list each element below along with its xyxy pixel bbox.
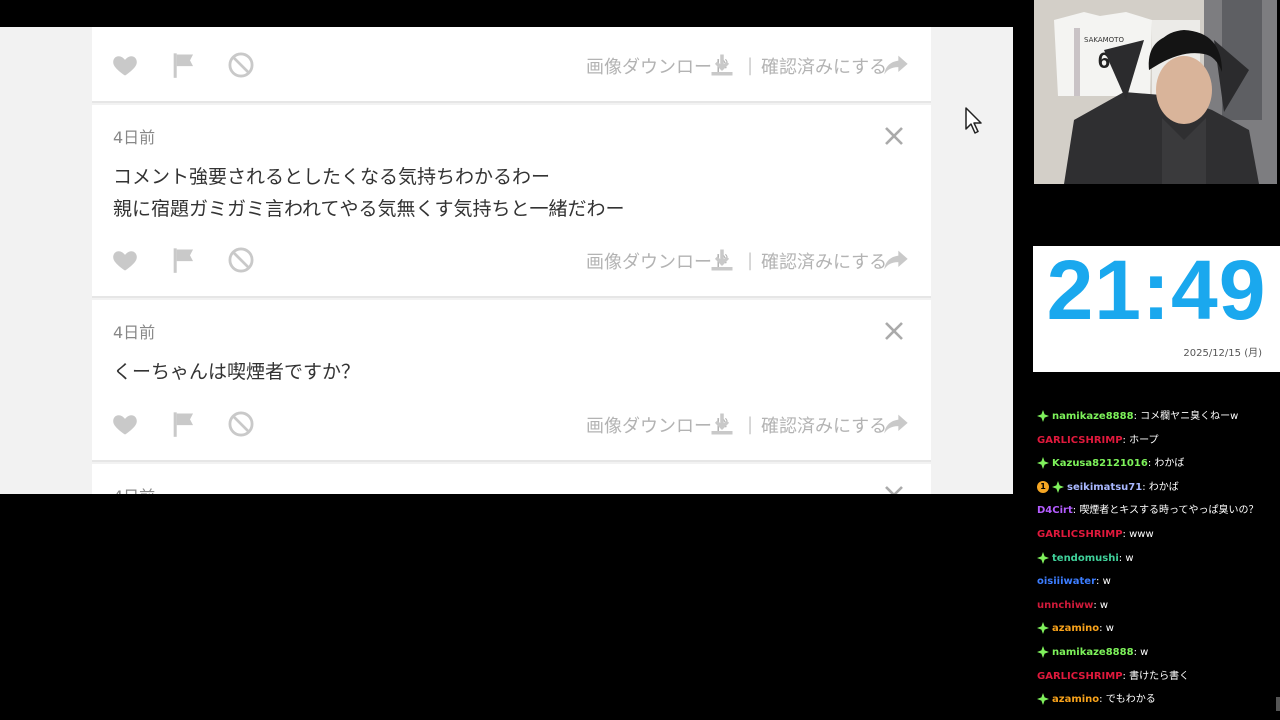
sparkle-badge-icon <box>1052 480 1064 493</box>
chat-text: わかば <box>1148 481 1179 493</box>
comment-date: 4日前 <box>113 483 155 494</box>
streamer-camera-image: SAKAMOTO 6 <box>1034 0 1277 184</box>
sparkle-badge-icon <box>1037 551 1049 564</box>
comment-actions: 画像ダウンロード | 確認済みにする <box>92 47 931 81</box>
chat-message: oisiiiwater: w <box>1037 572 1111 592</box>
chat-message: namikaze8888: コメ欄ヤニ臭くねーw <box>1037 407 1238 427</box>
comment-date: 4日前 <box>113 128 156 147</box>
clock-time: 21:49 <box>1046 243 1267 337</box>
chat-username[interactable]: Kazusa82121016 <box>1052 458 1148 469</box>
chat-username[interactable]: GARLICSHRIMP <box>1037 529 1123 540</box>
flag-icon[interactable] <box>169 51 197 79</box>
mark-confirmed-link[interactable]: 確認済みにする <box>761 412 887 438</box>
mark-confirmed-link[interactable]: 確認済みにする <box>761 248 887 274</box>
block-icon[interactable] <box>227 51 255 79</box>
chat-username[interactable]: D4Cirt <box>1037 505 1073 516</box>
comment-card: 4日前 くーちゃんは喫煙者ですか？ 画像ダウンロード | 確認済みにする <box>92 300 931 462</box>
chat-username[interactable]: unnchiww <box>1037 600 1093 611</box>
block-icon[interactable] <box>227 246 255 274</box>
chat-text: コメ欄ヤニ臭くねーw <box>1140 411 1239 422</box>
chat-message: azamino: w <box>1037 619 1114 639</box>
chat-username[interactable]: azamino <box>1052 694 1099 705</box>
comment-card: 4日前 コメント強要されるとしたくなる気持ちわかるわー 親に宿題ガミガミ言われて… <box>92 105 931 298</box>
chat-username[interactable]: seikimatsu71 <box>1067 482 1142 493</box>
chat-text: w <box>1140 647 1149 658</box>
comment-line: 親に宿題ガミガミ言われてやる気無くす気持ちと一緒だわー <box>113 198 625 220</box>
chat-username[interactable]: oisiiiwater <box>1037 576 1096 587</box>
sparkle-badge-icon <box>1037 410 1049 422</box>
chat-message: GARLICSHRIMP: 書けたら書く <box>1037 667 1189 687</box>
chat-message: tendomushi: w <box>1037 549 1134 569</box>
stream-screen: 画像ダウンロード | 確認済みにする 4日前 コメント強要されるとしたくなる気持… <box>0 0 1280 720</box>
mouse-cursor-icon <box>965 107 982 134</box>
chat-panel: namikaze8888: コメ欄ヤニ臭くねーw GARLICSHRIMP: ホー… <box>1024 401 1280 720</box>
chat-message: namikaze8888: w <box>1037 643 1148 663</box>
share-arrow-icon[interactable] <box>882 51 910 79</box>
action-separator: | <box>747 55 754 76</box>
chat-text: でもわかる <box>1105 694 1156 706</box>
jersey-name: SAKAMOTO <box>1084 36 1124 44</box>
comment-text: コメント強要されるとしたくなる気持ちわかるわー 親に宿題ガミガミ言われてやる気無… <box>113 161 624 225</box>
comment-card: 画像ダウンロード | 確認済みにする <box>92 27 931 103</box>
chat-username[interactable]: GARLICSHRIMP <box>1037 671 1123 682</box>
webcam-feed: SAKAMOTO 6 <box>1034 0 1277 184</box>
heart-icon[interactable] <box>111 410 139 438</box>
chat-text: w <box>1105 623 1114 635</box>
chat-text: w <box>1125 552 1134 564</box>
comment-line: コメント強要されるとしたくなる気持ちわかるわー <box>113 166 551 188</box>
chat-text: 喫煙者とキスする時ってやっぱ臭いの？ <box>1079 505 1259 517</box>
comment-actions: 画像ダウンロード | 確認済みにする <box>92 242 931 276</box>
flag-icon[interactable] <box>169 246 197 274</box>
chat-message: D4Cirt: 喫煙者とキスする時ってやっぱ臭いの？ <box>1037 501 1259 521</box>
chat-message: GARLICSHRIMP: ホープ <box>1037 431 1159 451</box>
flag-icon[interactable] <box>169 410 197 438</box>
download-icon[interactable] <box>708 246 736 274</box>
close-icon[interactable] <box>883 484 905 494</box>
heart-icon[interactable] <box>111 51 139 79</box>
chat-text: www <box>1129 529 1154 540</box>
chat-message: Kazusa82121016: わかば <box>1037 454 1184 474</box>
action-separator: | <box>747 250 754 271</box>
comment-line: くーちゃんは喫煙者ですか？ <box>113 361 361 383</box>
close-icon[interactable] <box>883 320 905 342</box>
download-icon[interactable] <box>708 410 736 438</box>
coin-badge-icon: 1 <box>1037 480 1049 493</box>
chat-text: わかば <box>1154 458 1185 470</box>
chat-message: 1 seikimatsu71: わかば <box>1037 478 1179 498</box>
clock-date: 2025/12/15 (月) <box>1183 348 1262 359</box>
chat-message: unnchiww: w <box>1037 596 1108 616</box>
sparkle-badge-icon <box>1037 622 1049 635</box>
chat-username[interactable]: namikaze8888 <box>1052 411 1134 422</box>
share-arrow-icon[interactable] <box>882 246 910 274</box>
mark-confirmed-link[interactable]: 確認済みにする <box>761 53 887 79</box>
block-icon[interactable] <box>227 410 255 438</box>
chat-text: w <box>1102 576 1111 588</box>
comment-actions: 画像ダウンロード | 確認済みにする <box>92 406 931 440</box>
download-icon[interactable] <box>708 51 736 79</box>
chat-scrollbar[interactable] <box>1276 697 1280 711</box>
share-arrow-icon[interactable] <box>882 410 910 438</box>
chat-message: GARLICSHRIMP: www <box>1037 525 1154 545</box>
comment-moderation-page: 画像ダウンロード | 確認済みにする 4日前 コメント強要されるとしたくなる気持… <box>0 27 1013 494</box>
heart-icon[interactable] <box>111 246 139 274</box>
sparkle-badge-icon <box>1037 457 1049 470</box>
chat-text: ホープ <box>1129 434 1159 446</box>
comment-card: 4日前 <box>92 464 931 494</box>
action-separator: | <box>747 414 754 435</box>
chat-text: 書けたら書く <box>1129 670 1190 682</box>
chat-username[interactable]: GARLICSHRIMP <box>1037 435 1123 446</box>
comment-date: 4日前 <box>113 323 156 342</box>
chat-username[interactable]: azamino <box>1052 623 1099 634</box>
close-icon[interactable] <box>883 125 905 147</box>
sparkle-badge-icon <box>1037 693 1049 706</box>
chat-username[interactable]: tendomushi <box>1052 553 1119 564</box>
comment-text: くーちゃんは喫煙者ですか？ <box>113 356 360 388</box>
chat-username[interactable]: namikaze8888 <box>1052 647 1134 658</box>
clock-widget: 21:49 2025/12/15 (月) <box>1033 246 1280 372</box>
chat-message: azamino: でもわかる <box>1037 690 1156 710</box>
chat-text: w <box>1099 599 1109 611</box>
sparkle-badge-icon <box>1037 646 1049 658</box>
